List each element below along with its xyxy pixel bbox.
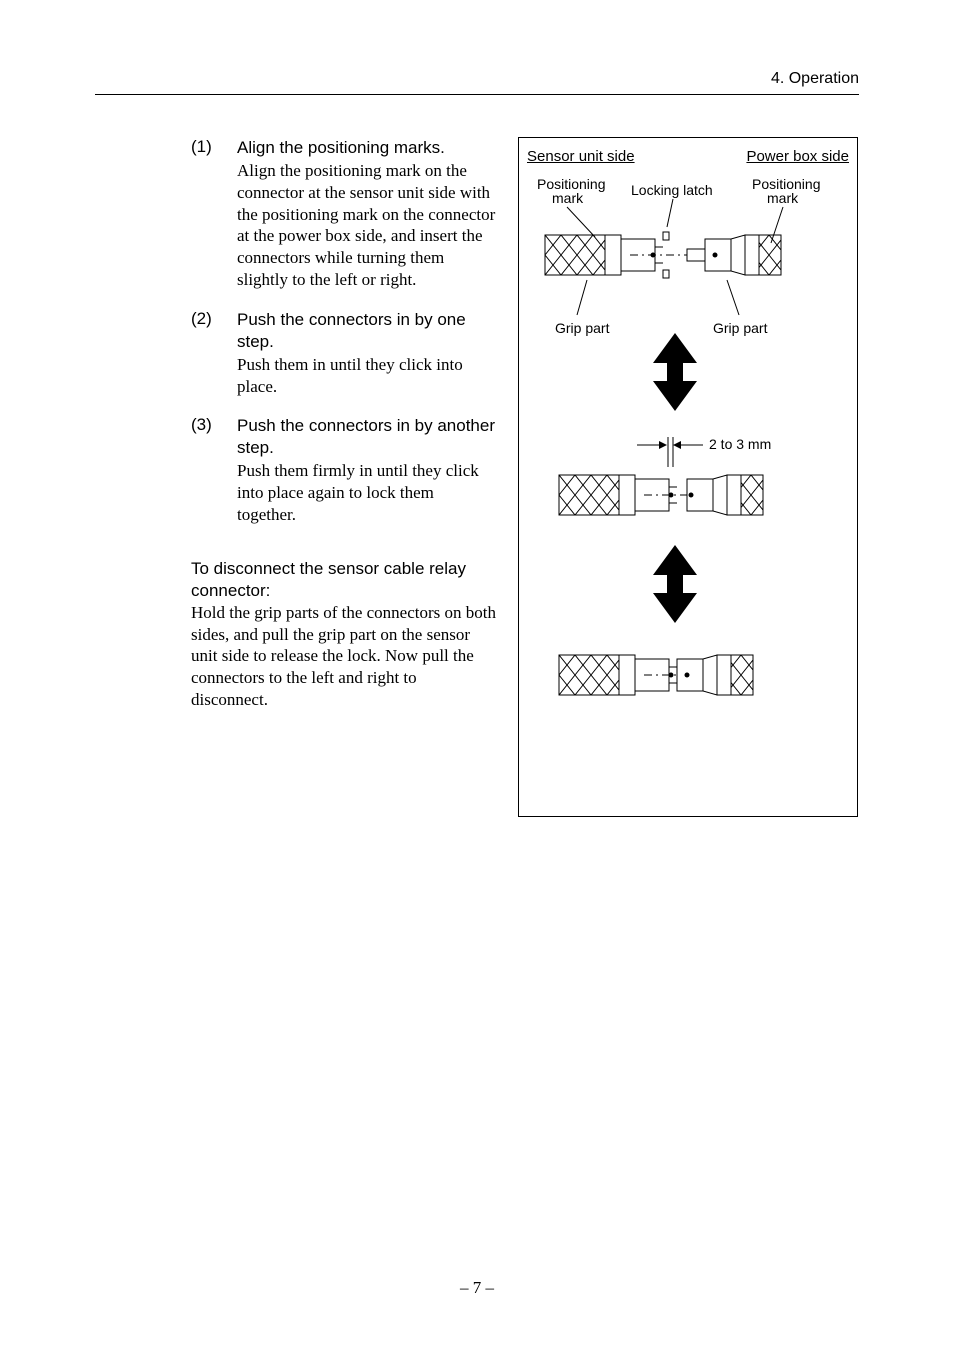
step-number: (1)	[191, 137, 237, 291]
disconnect-title: To disconnect the sensor cable relay con…	[191, 558, 496, 602]
label-locking-latch: Locking latch	[631, 182, 713, 198]
step-number: (3)	[191, 415, 237, 525]
arrow-icon	[653, 333, 697, 411]
disconnect-body: Hold the grip parts of the connectors on…	[191, 602, 496, 711]
fig-right-title: Power box side	[746, 148, 849, 165]
svg-text:mark: mark	[552, 190, 584, 206]
page-number: – 7 –	[0, 1278, 954, 1298]
label-grip-left: Grip part	[555, 320, 610, 336]
svg-text:mark: mark	[767, 190, 799, 206]
step: (1)Align the positioning marks.Align the…	[191, 137, 496, 291]
section-header: 4. Operation	[95, 70, 859, 95]
step-number: (2)	[191, 309, 237, 398]
label-gap: 2 to 3 mm	[709, 436, 771, 452]
step-desc: Push them in until they click into place…	[237, 354, 496, 398]
step-title: Align the positioning marks.	[237, 137, 496, 159]
connector-svg: Positioning mark Locking latch Positioni…	[527, 165, 849, 795]
arrow-icon	[653, 545, 697, 623]
step: (2)Push the connectors in by one step.Pu…	[191, 309, 496, 398]
instruction-column: (1)Align the positioning marks.Align the…	[191, 137, 496, 817]
step-title: Push the connectors in by another step.	[237, 415, 496, 459]
step-desc: Push them firmly in until they click int…	[237, 460, 496, 525]
connector-diagram: Sensor unit side Power box side	[518, 137, 858, 817]
fig-left-title: Sensor unit side	[527, 148, 635, 165]
step: (3)Push the connectors in by another ste…	[191, 415, 496, 525]
step-title: Push the connectors in by one step.	[237, 309, 496, 353]
step-desc: Align the positioning mark on the connec…	[237, 160, 496, 291]
label-grip-right: Grip part	[713, 320, 768, 336]
